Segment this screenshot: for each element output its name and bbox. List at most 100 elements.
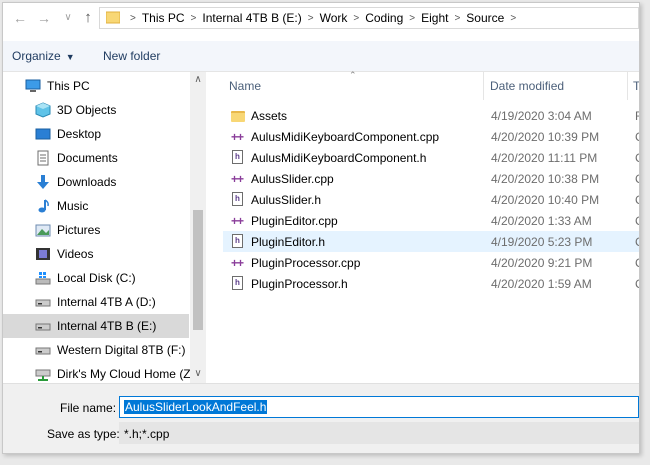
file-name: Assets (251, 108, 288, 123)
file-name: AulusSlider.cpp (251, 171, 334, 186)
header-file-icon: h (231, 150, 245, 165)
scroll-up-icon[interactable]: ∧ (193, 74, 203, 85)
breadcrumb-item[interactable]: Coding (365, 11, 403, 25)
chevron-right-icon: > (130, 12, 136, 24)
sidebar-item-internal-4tb-b[interactable]: Internal 4TB B (E:) (3, 314, 189, 338)
cpp-file-icon: ++ (231, 214, 244, 228)
column-header-type[interactable]: T (633, 72, 639, 100)
sidebar-item-music[interactable]: Music (3, 194, 189, 218)
file-row[interactable]: h PluginProcessor.h 4/20/2020 1:59 AM C (223, 273, 639, 294)
music-icon (35, 198, 51, 214)
chevron-right-icon[interactable]: > (454, 13, 460, 24)
column-divider[interactable] (483, 72, 484, 100)
breadcrumb-item[interactable]: Work (320, 11, 348, 25)
file-name-input[interactable]: AulusSliderLookAndFeel.h (119, 396, 639, 418)
cpp-file-icon: ++ (231, 256, 244, 270)
caret-down-icon: ▼ (65, 52, 75, 62)
file-type: F (635, 109, 639, 123)
sidebar-item-label: Music (57, 199, 89, 213)
sidebar-item-local-disk-c[interactable]: Local Disk (C:) (3, 266, 189, 290)
navigation-scrollbar[interactable]: ∧ ∨ (190, 72, 206, 383)
folder-icon (231, 108, 245, 123)
breadcrumb-item[interactable]: This PC (142, 11, 185, 25)
file-type: C (635, 130, 639, 144)
sidebar-item-label: This PC (47, 79, 90, 93)
new-folder-button[interactable]: New folder (103, 49, 160, 63)
breadcrumb-item[interactable]: Eight (421, 11, 448, 25)
file-list: Name ⌃ Date modified T Assets 4/19/2020 … (207, 70, 639, 383)
sidebar-item-label: Local Disk (C:) (57, 271, 136, 285)
sidebar-item-videos[interactable]: Videos (3, 242, 189, 266)
address-bar[interactable]: > This PC > Internal 4TB B (E:) > Work >… (99, 7, 639, 29)
organize-button[interactable]: Organize ▼ (12, 49, 75, 63)
file-row-assets[interactable]: Assets 4/19/2020 3:04 AM F (223, 105, 639, 126)
header-file-icon: h (231, 192, 245, 207)
videos-icon (35, 246, 51, 262)
column-header-date-modified[interactable]: Date modified (490, 72, 620, 100)
downloads-icon (35, 174, 51, 190)
drive-icon (35, 342, 51, 358)
sidebar-item-label: Documents (57, 151, 118, 165)
file-name: AulusSlider.h (251, 192, 322, 207)
3d-objects-icon (35, 102, 51, 118)
sidebar-item-this-pc[interactable]: This PC (3, 74, 189, 98)
sidebar-item-pictures[interactable]: Pictures (3, 218, 189, 242)
file-row[interactable]: h AulusMidiKeyboardComponent.h 4/20/2020… (223, 147, 639, 168)
save-dialog: ← → ∨ ↑ > This PC > Internal 4TB B (E:) … (2, 2, 640, 454)
sidebar-item-documents[interactable]: Documents (3, 146, 189, 170)
recent-locations-button[interactable]: ∨ (59, 10, 77, 26)
chevron-right-icon[interactable]: > (510, 13, 516, 24)
file-row[interactable]: ++ PluginProcessor.cpp 4/20/2020 9:21 PM… (223, 252, 639, 273)
address-row: ← → ∨ ↑ > This PC > Internal 4TB B (E:) … (3, 3, 639, 33)
breadcrumb: > This PC > Internal 4TB B (E:) > Work >… (124, 11, 522, 25)
file-row[interactable]: h AulusSlider.h 4/20/2020 10:40 PM C (223, 189, 639, 210)
file-name: PluginProcessor.cpp (251, 255, 361, 270)
save-as-type-select[interactable]: *.h;*.cpp (119, 422, 639, 444)
sidebar-item-label: Videos (57, 247, 94, 261)
sidebar-item-western-digital[interactable]: Western Digital 8TB (F:) (3, 338, 189, 362)
chevron-right-icon[interactable]: > (308, 13, 314, 24)
network-drive-icon (35, 366, 51, 382)
file-row[interactable]: ++ PluginEditor.cpp 4/20/2020 1:33 AM C (223, 210, 639, 231)
file-date: 4/20/2020 10:39 PM (491, 129, 600, 144)
pictures-icon (35, 222, 51, 238)
scrollbar-thumb[interactable] (193, 210, 203, 330)
sidebar-item-3d-objects[interactable]: 3D Objects (3, 98, 189, 122)
drive-icon (35, 294, 51, 310)
file-date: 4/20/2020 10:38 PM (491, 171, 600, 186)
header-file-icon: h (231, 234, 245, 249)
file-name-value[interactable]: AulusSliderLookAndFeel.h (124, 400, 268, 414)
sidebar-item-label: Western Digital 8TB (F:) (57, 343, 186, 357)
file-type: C (635, 235, 639, 249)
chevron-right-icon[interactable]: > (191, 13, 197, 24)
breadcrumb-item[interactable]: Source (466, 11, 504, 25)
file-row[interactable]: ++ AulusSlider.cpp 4/20/2020 10:38 PM C (223, 168, 639, 189)
column-divider[interactable] (627, 72, 628, 100)
header-file-icon: h (231, 276, 245, 291)
command-bar: Organize ▼ New folder (3, 41, 639, 72)
file-date: 4/20/2020 10:40 PM (491, 192, 600, 207)
file-name: PluginProcessor.h (251, 276, 348, 291)
chevron-right-icon[interactable]: > (353, 13, 359, 24)
drive-icon (35, 318, 51, 334)
file-row-hovered[interactable]: h PluginEditor.h 4/19/2020 5:23 PM C (223, 231, 639, 252)
file-type: C (635, 172, 639, 186)
sidebar-item-label: 3D Objects (57, 103, 117, 117)
file-type: C (635, 277, 639, 291)
desktop-icon (35, 126, 51, 142)
save-as-type-label: Save as type: (47, 427, 120, 441)
sort-ascending-icon: ⌃ (349, 70, 357, 80)
chevron-right-icon[interactable]: > (409, 13, 415, 24)
up-button[interactable]: ↑ (79, 10, 97, 26)
forward-button[interactable]: → (35, 10, 53, 26)
sidebar-item-label: Dirk's My Cloud Home (Z (57, 367, 191, 381)
scroll-down-icon[interactable]: ∨ (193, 368, 203, 379)
back-button[interactable]: ← (11, 10, 29, 26)
breadcrumb-item[interactable]: Internal 4TB B (E:) (202, 11, 301, 25)
file-row[interactable]: ++ AulusMidiKeyboardComponent.cpp 4/20/2… (223, 126, 639, 147)
sidebar-item-internal-4tb-a[interactable]: Internal 4TB A (D:) (3, 290, 189, 314)
file-name: PluginEditor.h (251, 234, 326, 249)
file-type: C (635, 193, 639, 207)
sidebar-item-desktop[interactable]: Desktop (3, 122, 189, 146)
sidebar-item-downloads[interactable]: Downloads (3, 170, 189, 194)
